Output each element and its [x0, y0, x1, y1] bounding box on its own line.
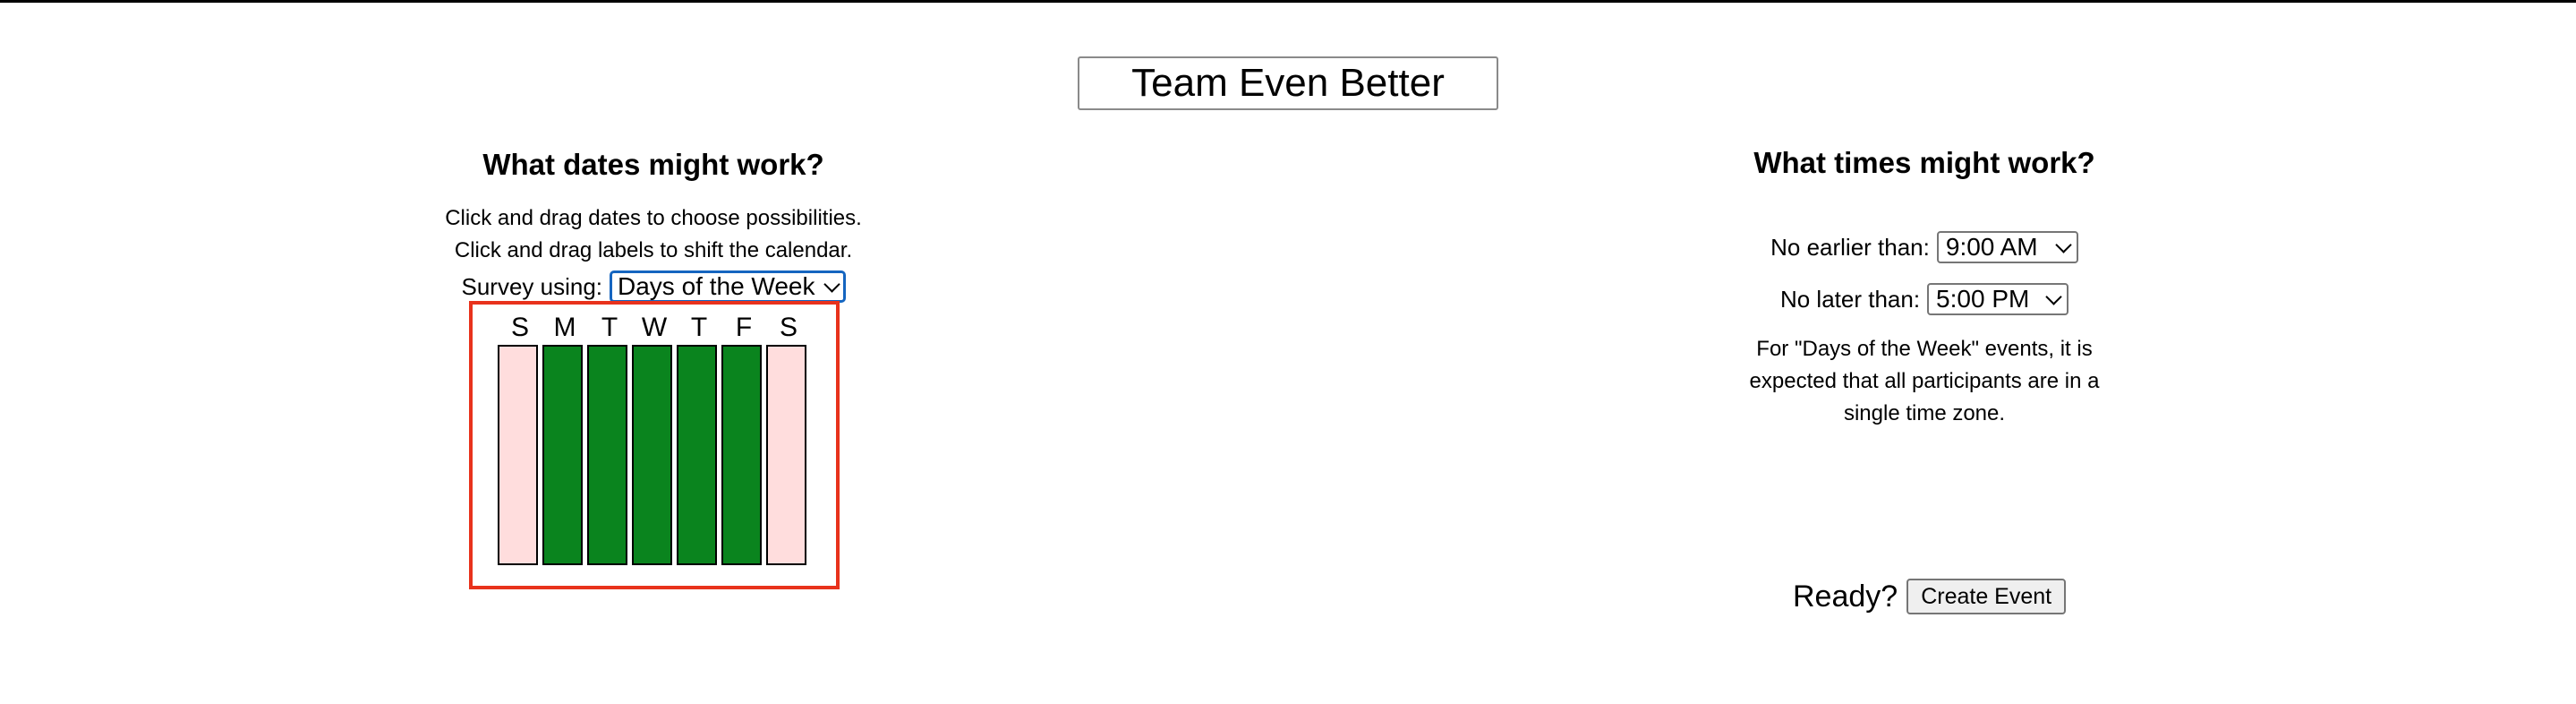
day-label[interactable]: S [498, 312, 542, 344]
day-cell-selected[interactable] [677, 345, 717, 565]
day-cell-selected[interactable] [587, 345, 627, 565]
timezone-note-line-2: expected that all participants are in a [1749, 369, 2100, 393]
event-title-input[interactable]: Team Even Better [1078, 56, 1498, 110]
times-heading: What times might work? [1753, 146, 2095, 179]
day-label[interactable]: T [587, 312, 632, 344]
survey-type-select[interactable]: Days of the Week [610, 270, 846, 303]
timezone-note-line-3: single time zone. [1843, 401, 2006, 425]
day-cell-selected[interactable] [721, 345, 762, 565]
ready-label: Ready? [1793, 579, 1898, 614]
latest-label: No later than: [1779, 285, 1921, 313]
survey-type-value: Days of the Week [618, 272, 815, 300]
day-labels: SMTWTFS [498, 312, 811, 344]
create-event-button[interactable]: Create Event [1906, 579, 2067, 614]
day-cell-selected[interactable] [632, 345, 672, 565]
day-columns [498, 345, 811, 565]
earliest-time-value: 9:00 AM [1945, 233, 2038, 261]
day-cell-unselected[interactable] [766, 345, 806, 565]
dates-instruction-2: Click and drag labels to shift the calen… [454, 238, 853, 262]
dates-instructions: Click and drag dates to choose possibili… [385, 202, 922, 267]
latest-row: No later than: 5:00 PM [1665, 281, 2184, 317]
chevron-down-icon [2045, 288, 2062, 305]
day-cell-selected[interactable] [542, 345, 583, 565]
chevron-down-icon [2055, 236, 2072, 253]
timezone-note: For "Days of the Week" events, it is exp… [1665, 333, 2184, 430]
ready-row: Ready? Create Event [1793, 579, 2067, 614]
dates-instruction-1: Click and drag dates to choose possibili… [445, 206, 862, 230]
event-title-text: Team Even Better [1131, 61, 1445, 105]
earliest-label: No earlier than: [1770, 233, 1930, 261]
day-label[interactable]: T [677, 312, 721, 344]
dates-panel: What dates might work? Click and drag da… [385, 143, 922, 305]
chevron-down-icon [823, 275, 840, 293]
times-panel: What times might work? No earlier than: … [1665, 143, 2184, 430]
day-cell-unselected[interactable] [498, 345, 538, 565]
survey-label: Survey using: [461, 272, 603, 300]
latest-time-value: 5:00 PM [1936, 285, 2030, 313]
day-label[interactable]: S [766, 312, 811, 344]
day-label[interactable]: F [721, 312, 766, 344]
earliest-time-select[interactable]: 9:00 AM [1936, 231, 2078, 263]
day-label[interactable]: M [542, 312, 587, 344]
survey-row: Survey using: Days of the Week [385, 269, 922, 305]
latest-time-select[interactable]: 5:00 PM [1927, 283, 2069, 315]
dates-heading: What dates might work? [482, 148, 824, 181]
timezone-note-line-1: For "Days of the Week" events, it is [1756, 337, 2093, 361]
earliest-row: No earlier than: 9:00 AM [1665, 229, 2184, 265]
day-label[interactable]: W [632, 312, 677, 344]
top-border [0, 0, 2576, 3]
